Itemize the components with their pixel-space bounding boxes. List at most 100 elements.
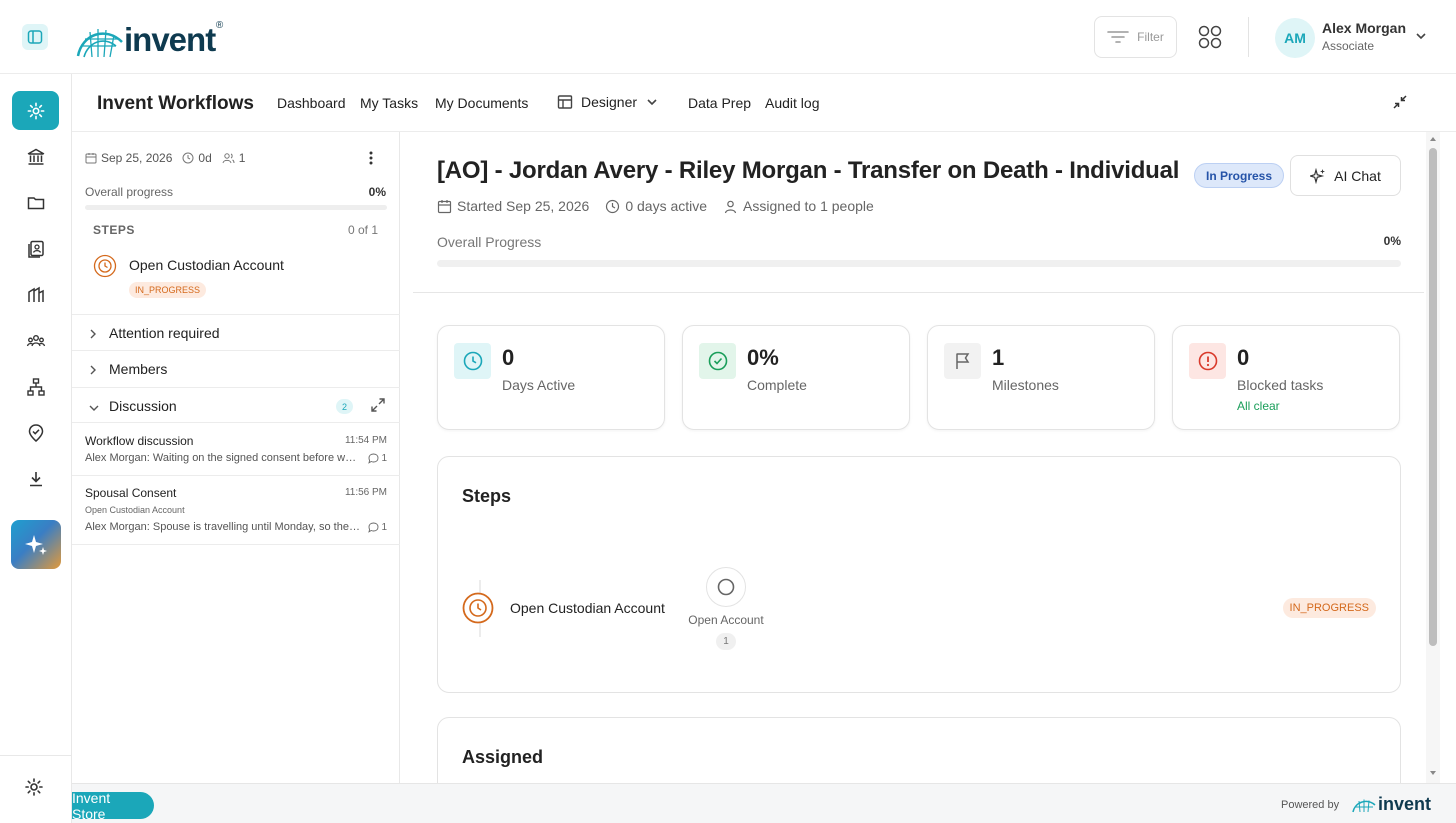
gear-icon	[27, 102, 44, 119]
stat-sublabel: All clear	[1237, 399, 1280, 413]
stat-card-milestones: 1 Milestones	[927, 325, 1155, 430]
stat-value: 1	[992, 345, 1005, 370]
reply-count-text: 1	[381, 453, 387, 464]
step-item-name[interactable]: Open Custodian Account	[129, 257, 284, 273]
apps-grid-icon[interactable]	[1198, 25, 1222, 49]
download-icon[interactable]	[24, 467, 48, 491]
powered-by-text: Powered by	[1281, 799, 1340, 811]
chevron-down-icon	[647, 99, 657, 106]
section-members[interactable]: Members	[72, 350, 400, 386]
collapse-icon[interactable]	[1392, 94, 1408, 115]
workflow-nav-bar: Invent Workflows Dashboard My Tasks My D…	[72, 74, 1456, 132]
avatar[interactable]: AM	[1275, 18, 1315, 58]
comment-icon	[368, 453, 379, 464]
summary-progress-value: 0%	[368, 185, 386, 199]
substep-count: 1	[716, 633, 736, 650]
invent-store-button[interactable]: Invent Store	[72, 790, 154, 822]
org-chart-icon[interactable]	[24, 375, 48, 399]
invent-logo[interactable]: invent ®	[76, 18, 223, 58]
folder-icon[interactable]	[24, 191, 48, 215]
more-vertical-icon[interactable]	[368, 150, 374, 171]
summary-people-text: 1	[238, 151, 246, 165]
header-divider	[1248, 17, 1249, 57]
section-attention-required[interactable]: Attention required	[72, 314, 400, 350]
steps-count: 0 of 1	[347, 223, 378, 237]
stat-card-days-active: 0 Days Active	[437, 325, 665, 430]
people-icon	[222, 153, 235, 164]
meta-started: Started Sep 25, 2026	[437, 198, 589, 214]
status-badge: In Progress	[1194, 163, 1285, 188]
clock-icon	[182, 152, 194, 164]
summary-progress-bar	[85, 205, 387, 210]
scroll-down-icon[interactable]	[1429, 770, 1437, 776]
chevron-down-icon[interactable]	[1414, 29, 1428, 48]
scrollbar-thumb[interactable]	[1429, 148, 1437, 646]
stat-label: Days Active	[502, 377, 576, 393]
powered-by-logo: invent	[1352, 794, 1431, 815]
step-status-text: IN_PROGRESS	[1282, 598, 1376, 618]
overall-progress-label: Overall Progress	[437, 234, 542, 250]
meta-assigned: Assigned to 1 people	[723, 198, 874, 214]
meta-active-text: 0 days active	[625, 198, 708, 214]
team-icon[interactable]	[24, 329, 48, 353]
stat-label: Milestones	[992, 377, 1059, 393]
bank-icon[interactable]	[24, 145, 48, 169]
calendar-icon	[437, 199, 452, 213]
section-label: Members	[109, 361, 168, 377]
summary-days: 0d	[182, 151, 212, 165]
vault-icon[interactable]	[24, 283, 48, 307]
section-label: Discussion	[109, 398, 177, 414]
powered-by-logo-text: invent	[1378, 794, 1432, 814]
summary-date-text: Sep 25, 2026	[101, 151, 173, 165]
stat-card-complete: 0% Complete	[682, 325, 910, 430]
expand-icon[interactable]	[370, 397, 386, 418]
summary-progress-label: Overall progress	[85, 185, 174, 199]
workflow-summary-panel: Sep 25, 2026 0d 1 Overall progress 0% ST…	[72, 132, 400, 783]
person-icon	[724, 200, 737, 213]
nav-dashboard[interactable]: Dashboard	[277, 95, 346, 111]
contacts-icon[interactable]	[24, 237, 48, 261]
verified-icon[interactable]	[24, 421, 48, 445]
settings-icon[interactable]	[24, 777, 44, 802]
clock-icon	[454, 343, 491, 379]
substep-status-circle[interactable]	[706, 567, 746, 607]
discussion-message: Alex Morgan: Waiting on the signed conse…	[85, 452, 361, 464]
nav-data-prep[interactable]: Data Prep	[688, 95, 751, 111]
scroll-up-icon[interactable]	[1429, 136, 1437, 142]
nav-designer-dropdown[interactable]: Designer	[557, 94, 659, 110]
substep-label: Open Account	[688, 613, 764, 627]
section-discussion[interactable]: Discussion 2	[72, 387, 400, 423]
discussion-item[interactable]: Spousal Consent 11:56 PM Open Custodian …	[72, 476, 400, 545]
workflow-detail: [AO] - Jordan Avery - Riley Morgan - Tra…	[400, 132, 1440, 783]
discussion-title: Workflow discussion	[85, 434, 194, 448]
discussion-time: 11:56 PM	[344, 487, 387, 498]
nav-my-documents[interactable]: My Documents	[435, 95, 528, 111]
filter-label: Filter	[1137, 30, 1164, 44]
overall-progress-value: 0%	[1383, 234, 1401, 248]
ai-chat-button[interactable]: AI Chat	[1290, 155, 1401, 196]
sidebar-toggle-icon[interactable]	[22, 24, 48, 50]
flag-icon	[944, 343, 981, 379]
nav-my-tasks[interactable]: My Tasks	[360, 95, 418, 111]
globe-logo-icon	[1352, 799, 1376, 812]
sparkle-icon	[25, 534, 47, 555]
filter-button[interactable]: Filter	[1094, 16, 1177, 58]
user-name[interactable]: Alex Morgan	[1322, 20, 1406, 36]
stat-card-blocked-tasks: 0 Blocked tasks All clear	[1172, 325, 1400, 430]
chevron-right-icon	[88, 327, 98, 345]
globe-logo-icon	[76, 29, 123, 58]
ai-assistant-button[interactable]	[11, 520, 61, 569]
step-name[interactable]: Open Custodian Account	[510, 600, 665, 616]
reply-count-text: 1	[381, 522, 387, 533]
section-divider	[413, 292, 1424, 293]
chevron-right-icon	[88, 363, 98, 381]
empty-circle-icon	[717, 578, 735, 596]
nav-audit-log[interactable]: Audit log	[765, 95, 819, 111]
discussion-item[interactable]: Workflow discussion 11:54 PM Alex Morgan…	[72, 424, 400, 476]
section-label: Attention required	[109, 325, 220, 341]
logo-registered-mark: ®	[215, 20, 224, 31]
summary-people: 1	[222, 151, 246, 165]
footer: Invent Store Powered by invent	[72, 783, 1456, 823]
in-progress-clock-icon	[462, 592, 494, 629]
rail-item-workflows[interactable]	[12, 91, 59, 130]
